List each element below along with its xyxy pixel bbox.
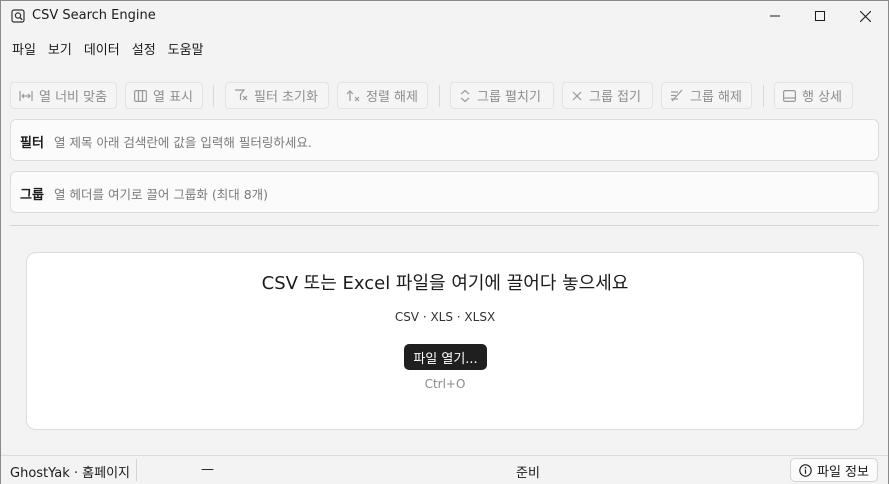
- ungroup-label: 그룹 해제: [690, 90, 742, 105]
- reset-filter-button[interactable]: 필터 초기화: [225, 82, 329, 109]
- menu-bar: 파일 보기 데이터 설정 도움말: [1, 35, 210, 61]
- filter-hint: 열 제목 아래 검색란에 값을 입력해 필터링하세요.: [54, 135, 312, 150]
- fit-columns-button[interactable]: 열 너비 맞춤: [10, 82, 117, 109]
- clear-sort-button[interactable]: 정렬 해제: [337, 82, 428, 109]
- homepage-link[interactable]: GhostYak · 홈페이지: [10, 462, 130, 481]
- menu-settings[interactable]: 설정: [126, 35, 162, 61]
- group-label: 그룹: [20, 188, 44, 203]
- app-icon: [11, 9, 25, 23]
- open-shortcut-hint: Ctrl+O: [424, 377, 466, 391]
- ungroup-button[interactable]: 그룹 해제: [661, 82, 752, 109]
- title-bar: CSV Search Engine: [1, 1, 888, 31]
- supported-formats: CSV · XLS · XLSX: [394, 310, 496, 324]
- toolbar-divider: [439, 85, 440, 107]
- maximize-icon: [815, 11, 825, 21]
- close-button[interactable]: [842, 1, 888, 31]
- expand-groups-button[interactable]: 그룹 펼치기: [450, 82, 554, 109]
- menu-view[interactable]: 보기: [42, 35, 78, 61]
- menu-file[interactable]: 파일: [1, 35, 42, 61]
- file-info-label: 파일 정보: [817, 464, 869, 480]
- collapse-groups-button[interactable]: 그룹 접기: [562, 82, 653, 109]
- expand-groups-label: 그룹 펼치기: [477, 90, 541, 105]
- close-icon: [859, 10, 871, 22]
- toolbar: 열 너비 맞춤 열 표시 필터 초기화 정렬 해제 그룹 펼치기 그룹 접기 그…: [1, 81, 888, 111]
- collapse-icon: [572, 91, 582, 100]
- show-columns-button[interactable]: 열 표시: [125, 82, 203, 109]
- collapse-groups-label: 그룹 접기: [589, 90, 641, 105]
- status-file-name: —: [201, 462, 214, 477]
- maximize-button[interactable]: [797, 1, 843, 31]
- status-divider: [136, 459, 137, 481]
- filter-label: 필터: [20, 136, 44, 151]
- drop-title: CSV 또는 Excel 파일을 여기에 끌어다 놓으세요: [261, 273, 629, 294]
- expand-icon: [460, 89, 470, 102]
- sort-clear-icon: [346, 90, 360, 102]
- divider: [10, 225, 879, 226]
- fit-columns-label: 열 너비 맞춤: [39, 90, 108, 105]
- group-hint: 열 헤더를 여기로 끌어 그룹화 (최대 8개): [54, 187, 269, 202]
- filter-clear-icon: [235, 89, 248, 101]
- toolbar-divider: [213, 85, 214, 107]
- filter-panel: 필터 열 제목 아래 검색란에 값을 입력해 필터링하세요.: [10, 119, 879, 161]
- file-info-button[interactable]: 파일 정보: [790, 458, 878, 482]
- clear-sort-label: 정렬 해제: [366, 90, 418, 105]
- info-icon: [799, 463, 812, 477]
- columns-icon: [134, 89, 147, 102]
- row-detail-label: 행 상세: [802, 90, 843, 105]
- status-bar: GhostYak · 홈페이지 — 준비 파일 정보: [1, 455, 888, 484]
- row-detail-button[interactable]: 행 상세: [774, 82, 853, 109]
- toolbar-divider: [763, 85, 764, 107]
- menu-data[interactable]: 데이터: [78, 35, 126, 61]
- show-columns-label: 열 표시: [153, 90, 194, 105]
- window-title: CSV Search Engine: [32, 8, 156, 23]
- status-text: 준비: [516, 466, 540, 481]
- open-file-button[interactable]: 파일 열기...: [404, 344, 487, 370]
- reset-filter-label: 필터 초기화: [254, 90, 318, 105]
- file-drop-zone[interactable]: CSV 또는 Excel 파일을 여기에 끌어다 놓으세요 CSV · XLS …: [26, 252, 864, 430]
- ungroup-icon: [671, 89, 683, 102]
- menu-help[interactable]: 도움말: [162, 35, 210, 61]
- fit-width-icon: [19, 90, 33, 101]
- row-detail-icon: [783, 89, 796, 102]
- app-window: CSV Search Engine 파일 보기 데이터 설정 도움말 열 너비 …: [0, 0, 889, 484]
- minimize-button[interactable]: [752, 1, 798, 31]
- minimize-icon: [770, 15, 780, 17]
- group-drop-panel[interactable]: 그룹 열 헤더를 여기로 끌어 그룹화 (최대 8개): [10, 171, 879, 213]
